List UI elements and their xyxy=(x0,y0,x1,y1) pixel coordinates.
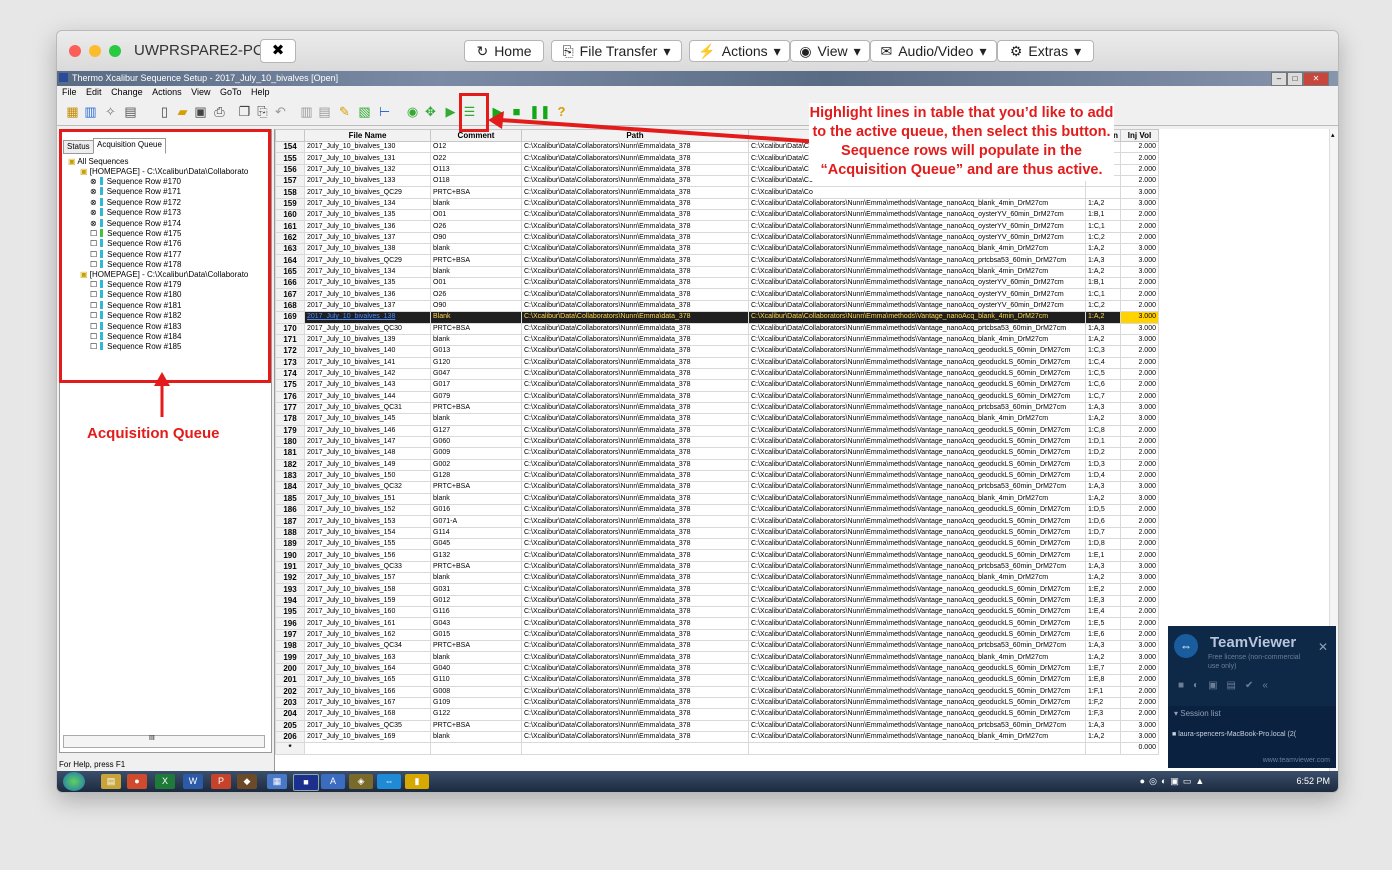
highlight-instruction: Highlight lines in table that you’d like… xyxy=(809,103,1114,181)
arrow-to-button xyxy=(499,118,821,144)
arrow-head-queue xyxy=(154,372,170,386)
arrow-head-button xyxy=(488,111,504,129)
acquisition-queue-label: Acquisition Queue xyxy=(87,425,220,442)
